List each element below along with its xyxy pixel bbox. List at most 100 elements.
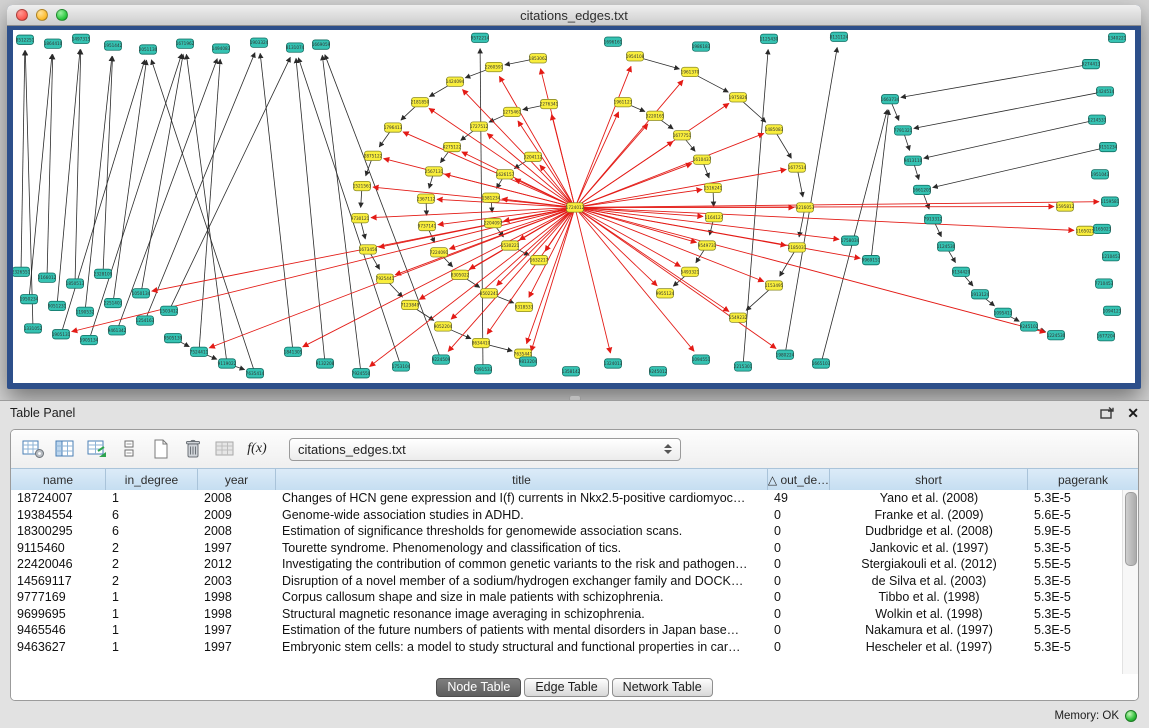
table-cell[interactable]: Disruption of a novel member of a sodium… [276,574,768,588]
table-cell[interactable]: Hescheler et al. (1997) [830,640,1028,654]
column-header-name[interactable]: name [11,469,106,490]
graph-edge[interactable] [914,91,1105,128]
table-selector-dropdown[interactable]: citations_edges.txt [289,438,681,461]
table-cell[interactable]: 0 [768,524,830,538]
graph-node[interactable]: 1727512 [470,122,489,131]
table-cell[interactable]: 18300295 [11,524,106,538]
table-cell[interactable]: 0 [768,607,830,621]
table-cell[interactable]: 1997 [198,541,276,555]
table-cell[interactable]: Jankovic et al. (1997) [830,541,1028,555]
graph-node[interactable]: 5530221 [501,241,520,250]
graph-node[interactable]: 1224530 [1047,331,1066,340]
graph-node[interactable]: 1753104 [392,362,411,371]
graph-node[interactable]: 1905131 [52,330,71,339]
table-cell[interactable]: 2008 [198,491,276,505]
graph-node[interactable]: 1950234 [20,294,39,303]
graph-edge[interactable] [933,147,1108,187]
graph-node[interactable]: 2251403 [104,298,123,307]
table-cell[interactable]: Tibbo et al. (1998) [830,590,1028,604]
graph-node[interactable]: 1951043 [1091,170,1110,179]
graph-edge[interactable] [25,50,33,328]
graph-edge[interactable] [113,60,147,303]
graph-edge[interactable] [169,57,290,311]
graph-edge[interactable] [575,164,692,208]
row-options-button[interactable] [115,435,143,463]
table-cell[interactable]: 2 [106,574,198,588]
graph-node[interactable]: 1724012 [566,203,585,212]
table-cell[interactable]: 6 [106,508,198,522]
table-cell[interactable]: 0 [768,508,830,522]
graph-node[interactable]: 8131074 [286,43,305,52]
graph-node[interactable]: 5493321 [681,267,700,276]
graph-node[interactable]: 9572214 [471,33,490,42]
graph-node[interactable]: 7123849 [401,300,420,309]
table-cell[interactable]: 18724007 [11,491,106,505]
graph-edge[interactable] [575,169,786,207]
graph-node[interactable]: 9737141 [418,221,437,230]
table-row[interactable]: 1830029562008Estimation of significance … [11,523,1138,540]
graph-node[interactable]: 5905134 [80,335,99,344]
graph-node[interactable]: 9134420 [952,267,971,276]
graph-node[interactable]: 1595812 [1056,202,1075,211]
table-cell[interactable]: 0 [768,590,830,604]
table-cell[interactable]: 9699695 [11,607,106,621]
graph-node[interactable]: 1626157 [496,170,515,179]
graph-node[interactable]: 2875122 [364,151,383,160]
graph-node[interactable]: 1632217 [530,255,549,264]
graph-edge[interactable] [575,190,702,208]
graph-node[interactable]: 9151234 [1099,142,1118,151]
graph-node[interactable]: 1516241 [704,183,723,192]
graph-node[interactable]: 1424094 [446,77,465,86]
table-cell[interactable]: 2012 [198,557,276,571]
graph-node[interactable]: 1095413 [994,308,1013,317]
table-cell[interactable]: 0 [768,557,830,571]
graph-node[interactable]: 1903324 [250,38,269,47]
graph-node[interactable]: 9245102 [1020,322,1039,331]
graph-node[interactable]: 1796413 [384,123,403,132]
column-header-in-degree[interactable]: in_degree [106,469,198,490]
minimize-window-button[interactable] [36,9,48,21]
graph-node[interactable]: 2215301 [734,362,753,371]
graph-edge[interactable] [575,207,776,348]
graph-node[interactable]: 1125430 [760,34,779,43]
column-header-title[interactable]: title [276,469,768,490]
graph-edge[interactable] [871,110,889,260]
graph-edge[interactable] [499,76,575,207]
graph-node[interactable]: 1961123 [614,97,633,106]
graph-node[interactable]: 1954108 [626,52,645,61]
graph-node[interactable]: 1091533 [474,365,493,374]
table-cell[interactable]: 1997 [198,640,276,654]
graph-node[interactable]: 1503412 [160,306,179,315]
table-cell[interactable]: 9777169 [11,590,106,604]
table-row[interactable]: 911546021997Tourette syndrome. Phenomeno… [11,540,1138,557]
zoom-window-button[interactable] [56,9,68,21]
show-columns-button[interactable] [51,435,79,463]
new-table-button[interactable] [147,435,175,463]
graph-edge[interactable] [298,58,401,367]
graph-node[interactable]: 9224509 [432,355,451,364]
column-header-out-de-[interactable]: △ out_de… [768,469,830,490]
graph-node[interactable]: 5549232 [729,313,748,322]
graph-edge[interactable] [785,47,837,354]
table-cell[interactable]: 9463627 [11,640,106,654]
graph-node[interactable]: 9505139 [164,333,183,342]
graph-node[interactable]: 1340221 [1108,33,1127,42]
table-cell[interactable]: Dudbridge et al. (2008) [830,524,1028,538]
graph-node[interactable]: 3220165 [646,111,665,120]
function-builder-button[interactable]: f(x) [243,435,271,463]
close-panel-button[interactable]: ✕ [1127,406,1139,420]
table-cell[interactable]: 1 [106,491,198,505]
graph-node[interactable]: 1951442 [104,41,123,50]
graph-node[interactable]: 1665103 [812,359,831,368]
graph-node[interactable]: 1841305 [284,347,303,356]
graph-node[interactable]: 4275122 [443,142,462,151]
graph-node[interactable]: 9813204 [519,357,538,366]
graph-node[interactable]: 1094551 [692,355,711,364]
graph-node[interactable]: 9051231 [48,301,67,310]
table-cell[interactable]: Estimation of the future numbers of pati… [276,623,768,637]
graph-node[interactable]: 1663734 [881,95,900,104]
graph-edge[interactable] [75,49,81,283]
graph-node[interactable]: 2166012 [38,273,57,282]
graph-node[interactable]: 9245012 [649,367,668,376]
graph-edge[interactable] [47,54,53,277]
